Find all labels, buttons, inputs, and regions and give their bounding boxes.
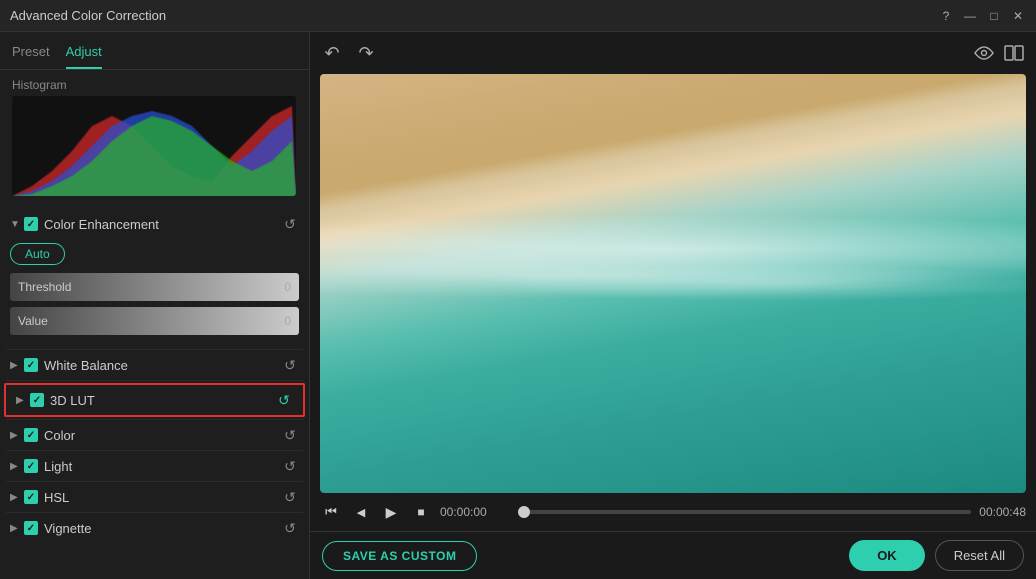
maximize-button[interactable]: □ — [986, 8, 1002, 24]
section-label-light: Light — [44, 459, 281, 474]
chevron-icon: ▶ — [10, 360, 20, 371]
reset-3d-lut-button[interactable]: ↺ — [275, 391, 293, 409]
titlebar: Advanced Color Correction ? — □ ✕ — [0, 0, 1036, 32]
checkbox-vignette[interactable] — [24, 521, 38, 535]
section-label-vignette: Vignette — [44, 521, 281, 536]
checkbox-color-enhancement[interactable] — [24, 217, 38, 231]
video-content — [320, 74, 1026, 493]
close-button[interactable]: ✕ — [1010, 8, 1026, 24]
chevron-icon: ▼ — [10, 219, 20, 230]
color-enhancement-body: Auto Threshold 0 Value 0 — [0, 239, 309, 349]
preview-eye-button[interactable] — [972, 41, 996, 65]
time-end: 00:00:48 — [979, 505, 1026, 519]
reset-light-button[interactable]: ↺ — [281, 457, 299, 475]
ok-button[interactable]: OK — [849, 540, 925, 571]
reset-white-balance-button[interactable]: ↺ — [281, 356, 299, 374]
prev-frame-button[interactable]: ◀ — [350, 501, 372, 523]
histogram-section: Histogram — [0, 70, 309, 205]
value-value: 0 — [284, 314, 291, 328]
playback-bar: ⏮ ◀ ▶ ■ 00:00:00 00:00:48 — [310, 493, 1036, 531]
threshold-value: 0 — [284, 280, 291, 294]
chevron-icon: ▶ — [16, 395, 26, 406]
chevron-icon: ▶ — [10, 461, 20, 472]
section-label-hsl: HSL — [44, 490, 281, 505]
progress-track[interactable] — [518, 510, 971, 514]
video-preview — [320, 74, 1026, 493]
section-list: ▼ Color Enhancement ↺ Auto Threshold 0 — [0, 205, 309, 579]
undo-button[interactable]: ↶ — [320, 41, 344, 65]
window-title: Advanced Color Correction — [10, 8, 166, 23]
section-label-color: Color — [44, 428, 281, 443]
minimize-button[interactable]: — — [962, 8, 978, 24]
step-back-button[interactable]: ⏮ — [320, 501, 342, 523]
section-color: ▶ Color ↺ — [0, 420, 309, 450]
bottom-bar: SAVE AS CUSTOM OK Reset All — [310, 531, 1036, 579]
section-header-color-enhancement[interactable]: ▼ Color Enhancement ↺ — [0, 209, 309, 239]
toolbar-right-buttons — [972, 41, 1026, 65]
checkbox-3d-lut[interactable] — [30, 393, 44, 407]
section-header-color[interactable]: ▶ Color ↺ — [0, 420, 309, 450]
reset-all-button[interactable]: Reset All — [935, 540, 1024, 571]
tabs: Preset Adjust — [0, 32, 309, 70]
section-color-enhancement: ▼ Color Enhancement ↺ Auto Threshold 0 — [0, 209, 309, 349]
section-hsl: ▶ HSL ↺ — [0, 482, 309, 512]
section-label-white-balance: White Balance — [44, 358, 281, 373]
main-layout: Preset Adjust Histogram ▼ Color Enhancem… — [0, 32, 1036, 579]
checkbox-light[interactable] — [24, 459, 38, 473]
auto-button[interactable]: Auto — [10, 243, 65, 265]
redo-button[interactable]: ↷ — [354, 41, 378, 65]
compare-button[interactable] — [1002, 41, 1026, 65]
section-white-balance: ▶ White Balance ↺ — [0, 350, 309, 380]
threshold-slider-row: Threshold 0 — [10, 273, 299, 301]
tab-adjust[interactable]: Adjust — [66, 40, 102, 69]
checkbox-white-balance[interactable] — [24, 358, 38, 372]
section-header-white-balance[interactable]: ▶ White Balance ↺ — [0, 350, 309, 380]
threshold-slider[interactable]: Threshold 0 — [10, 273, 299, 301]
section-light: ▶ Light ↺ — [0, 451, 309, 481]
time-current: 00:00:00 — [440, 505, 510, 519]
chevron-icon: ▶ — [10, 523, 20, 534]
chevron-icon: ▶ — [10, 430, 20, 441]
chevron-icon: ▶ — [10, 492, 20, 503]
reset-hsl-button[interactable]: ↺ — [281, 488, 299, 506]
bottom-right-buttons: OK Reset All — [849, 540, 1024, 571]
threshold-label: Threshold — [18, 280, 71, 294]
tab-preset[interactable]: Preset — [12, 40, 50, 69]
value-slider-row: Value 0 — [10, 307, 299, 335]
checkbox-color[interactable] — [24, 428, 38, 442]
section-3d-lut: ▶ 3D LUT ↺ — [4, 383, 305, 417]
section-header-3d-lut[interactable]: ▶ 3D LUT ↺ — [6, 385, 303, 415]
progress-thumb[interactable] — [518, 506, 530, 518]
value-slider[interactable]: Value 0 — [10, 307, 299, 335]
right-panel: ↶ ↷ — [310, 32, 1036, 579]
section-header-light[interactable]: ▶ Light ↺ — [0, 451, 309, 481]
value-label: Value — [18, 314, 48, 328]
stop-button[interactable]: ■ — [410, 501, 432, 523]
section-header-vignette[interactable]: ▶ Vignette ↺ — [0, 513, 309, 543]
section-label-color-enhancement: Color Enhancement — [44, 217, 281, 232]
help-button[interactable]: ? — [938, 8, 954, 24]
reset-color-enhancement-button[interactable]: ↺ — [281, 215, 299, 233]
section-header-hsl[interactable]: ▶ HSL ↺ — [0, 482, 309, 512]
right-toolbar: ↶ ↷ — [310, 32, 1036, 74]
left-panel: Preset Adjust Histogram ▼ Color Enhancem… — [0, 32, 310, 579]
window-controls: ? — □ ✕ — [938, 8, 1026, 24]
histogram-label: Histogram — [12, 78, 297, 92]
play-button[interactable]: ▶ — [380, 501, 402, 523]
histogram-canvas — [12, 96, 296, 196]
checkbox-hsl[interactable] — [24, 490, 38, 504]
save-as-custom-button[interactable]: SAVE AS CUSTOM — [322, 541, 477, 571]
reset-vignette-button[interactable]: ↺ — [281, 519, 299, 537]
section-vignette: ▶ Vignette ↺ — [0, 513, 309, 543]
section-label-3d-lut: 3D LUT — [50, 393, 275, 408]
reset-color-button[interactable]: ↺ — [281, 426, 299, 444]
